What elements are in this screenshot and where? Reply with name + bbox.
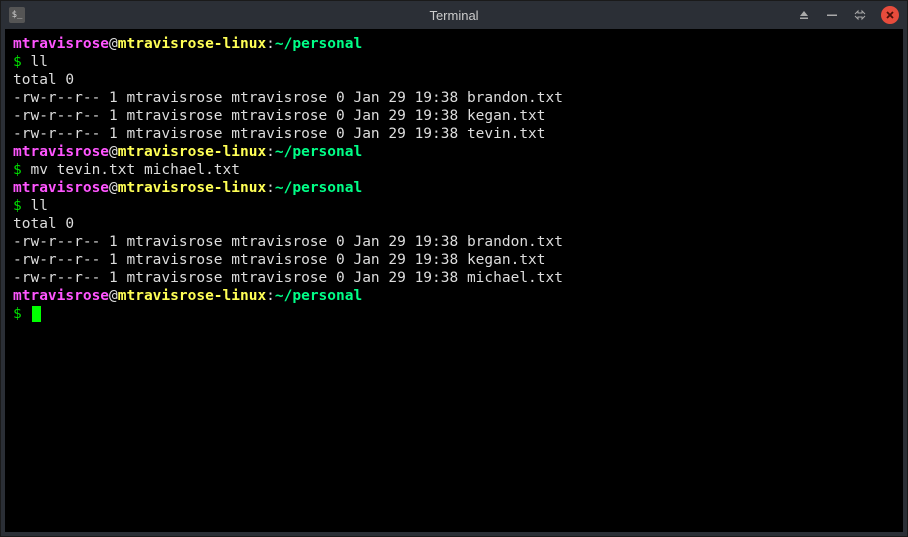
- command-line: $ mv tevin.txt michael.txt: [13, 161, 895, 179]
- output-line: -rw-r--r-- 1 mtravisrose mtravisrose 0 J…: [13, 269, 895, 287]
- prompt-host: mtravisrose-linux: [118, 144, 266, 160]
- prompt-at: @: [109, 36, 118, 52]
- cursor: [32, 306, 41, 322]
- terminal-window: $_ Terminal mtravisrose@mtravisrose-linu…: [0, 0, 908, 537]
- command-text: mv tevin.txt michael.txt: [30, 162, 240, 178]
- prompt-line: mtravisrose@mtravisrose-linux:~/personal: [13, 143, 895, 161]
- prompt-colon: :: [266, 144, 275, 160]
- output-line: -rw-r--r-- 1 mtravisrose mtravisrose 0 J…: [13, 107, 895, 125]
- prompt-line: mtravisrose@mtravisrose-linux:~/personal: [13, 287, 895, 305]
- output-line: -rw-r--r-- 1 mtravisrose mtravisrose 0 J…: [13, 125, 895, 143]
- prompt-symbol: $: [13, 54, 22, 70]
- prompt-at: @: [109, 144, 118, 160]
- titlebar[interactable]: $_ Terminal: [1, 1, 907, 29]
- prompt-host: mtravisrose-linux: [118, 180, 266, 196]
- prompt-user: mtravisrose: [13, 288, 109, 304]
- command-line: $: [13, 305, 895, 323]
- prompt-colon: :: [266, 36, 275, 52]
- command-line: $ ll: [13, 53, 895, 71]
- prompt-host: mtravisrose-linux: [118, 288, 266, 304]
- prompt-line: mtravisrose@mtravisrose-linux:~/personal: [13, 179, 895, 197]
- eject-icon[interactable]: [797, 8, 811, 22]
- prompt-path: ~/personal: [275, 36, 362, 52]
- prompt-symbol: $: [13, 306, 22, 322]
- prompt-at: @: [109, 180, 118, 196]
- prompt-user: mtravisrose: [13, 180, 109, 196]
- close-button[interactable]: [881, 6, 899, 24]
- app-icon: $_: [9, 7, 25, 23]
- prompt-path: ~/personal: [275, 180, 362, 196]
- prompt-at: @: [109, 288, 118, 304]
- output-line: total 0: [13, 71, 895, 89]
- maximize-button[interactable]: [853, 8, 867, 22]
- prompt-symbol: $: [13, 162, 22, 178]
- prompt-path: ~/personal: [275, 144, 362, 160]
- output-line: -rw-r--r-- 1 mtravisrose mtravisrose 0 J…: [13, 251, 895, 269]
- prompt-user: mtravisrose: [13, 144, 109, 160]
- command-line: $ ll: [13, 197, 895, 215]
- terminal-body[interactable]: mtravisrose@mtravisrose-linux:~/personal…: [5, 29, 903, 532]
- prompt-user: mtravisrose: [13, 36, 109, 52]
- prompt-colon: :: [266, 288, 275, 304]
- prompt-symbol: $: [13, 198, 22, 214]
- output-line: total 0: [13, 215, 895, 233]
- prompt-colon: :: [266, 180, 275, 196]
- prompt-host: mtravisrose-linux: [118, 36, 266, 52]
- command-text: ll: [30, 54, 47, 70]
- output-line: -rw-r--r-- 1 mtravisrose mtravisrose 0 J…: [13, 89, 895, 107]
- minimize-button[interactable]: [825, 8, 839, 22]
- window-title: Terminal: [429, 8, 478, 23]
- prompt-path: ~/personal: [275, 288, 362, 304]
- output-line: -rw-r--r-- 1 mtravisrose mtravisrose 0 J…: [13, 233, 895, 251]
- window-controls: [797, 6, 899, 24]
- command-text: ll: [30, 198, 47, 214]
- prompt-line: mtravisrose@mtravisrose-linux:~/personal: [13, 35, 895, 53]
